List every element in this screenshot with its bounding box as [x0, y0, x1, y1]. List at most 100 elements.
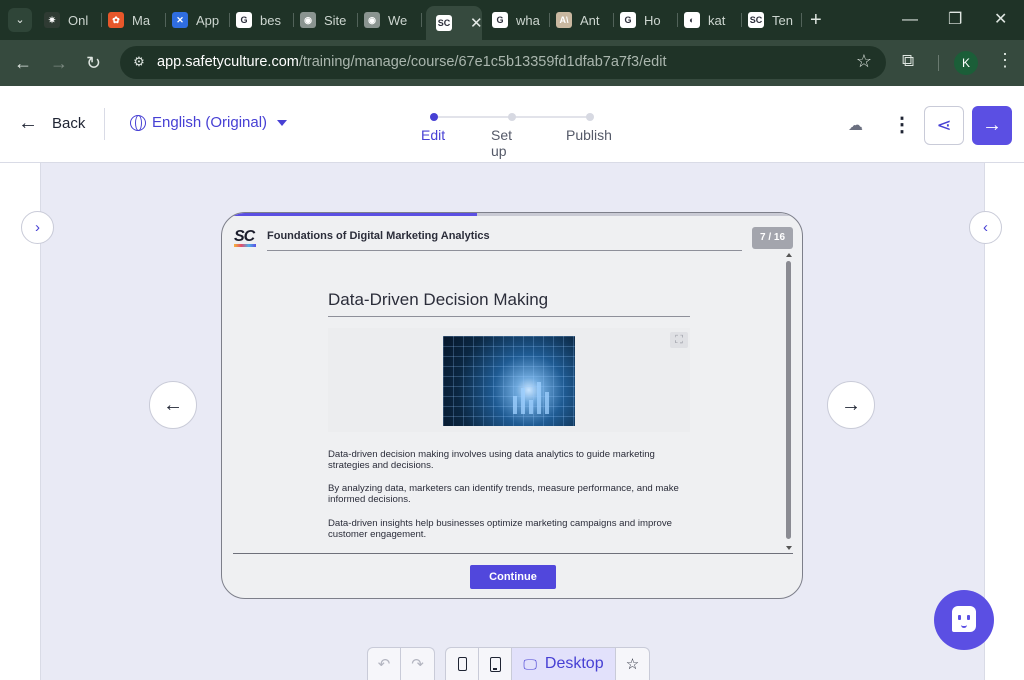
- minimize-window-icon[interactable]: —: [902, 8, 918, 32]
- url-text[interactable]: app.safetyculture.com/training/manage/co…: [157, 54, 666, 70]
- tab-favicon-icon: SC: [748, 12, 764, 28]
- next-step-button[interactable]: →: [972, 106, 1012, 145]
- restore-window-icon[interactable]: ❐: [948, 8, 962, 32]
- bookmark-star-icon[interactable]: ☆: [856, 51, 872, 72]
- extensions-puzzle-icon[interactable]: ⧉: [902, 51, 914, 71]
- browser-menu-icon[interactable]: ⋮: [996, 50, 1014, 71]
- scroll-thumb[interactable]: [786, 261, 791, 539]
- close-tab-icon[interactable]: ✕: [470, 14, 482, 32]
- tab-separator: [101, 13, 102, 27]
- tab-separator: [549, 13, 550, 27]
- course-progress-fill: [222, 213, 477, 216]
- browser-forward-icon[interactable]: →: [50, 51, 68, 75]
- caret-down-icon: [277, 119, 288, 126]
- undo-button[interactable]: ↶: [368, 648, 401, 680]
- more-options-icon[interactable]: ⋮: [892, 112, 912, 137]
- share-button[interactable]: ⋖: [924, 106, 964, 145]
- mobile-view-button[interactable]: [446, 648, 479, 680]
- browser-tab-bar: ⌄ ✷ Onl ✿ Ma ✕ App Gbes ◉ Site ◉ We SC ✕ Gwha A\ Ant G Ho…: [0, 0, 1024, 40]
- browser-tab[interactable]: Gbes: [236, 6, 294, 34]
- tab-favicon-icon: ◉: [364, 12, 380, 28]
- back-label: Back: [52, 114, 86, 132]
- browser-tab[interactable]: ✷ Onl: [44, 6, 102, 34]
- scroll-down-arrow-icon[interactable]: [786, 546, 792, 550]
- previous-slide-button[interactable]: ←: [149, 381, 197, 429]
- footer-divider: [233, 553, 793, 554]
- fullscreen-expand-icon[interactable]: ⛶: [670, 332, 688, 348]
- site-settings-icon[interactable]: ⚙: [130, 53, 148, 71]
- browser-tab[interactable]: A\ Ant: [556, 6, 614, 34]
- browser-tab[interactable]: SC ✕: [426, 6, 482, 40]
- desktop-view-button[interactable]: 🖵 Desktop: [512, 648, 616, 680]
- language-selector[interactable]: English (Original): [130, 114, 288, 131]
- browser-tab-label: Ma: [132, 12, 151, 28]
- arrow-left-icon: ←: [163, 394, 183, 416]
- monitor-icon: 🖵: [523, 655, 537, 672]
- reload-icon[interactable]: ↻: [86, 51, 101, 75]
- slide-preview-frame: SC Foundations of Digital Marketing Anal…: [221, 212, 803, 599]
- safetyculture-logo: SC: [234, 228, 257, 247]
- url-path: /training/manage/course/67e1c5b13359fd1d…: [298, 54, 667, 70]
- image-bar: [521, 388, 525, 414]
- continue-button[interactable]: Continue: [470, 565, 556, 589]
- expand-right-panel-button[interactable]: ‹: [969, 211, 1002, 244]
- image-bar: [529, 400, 533, 414]
- browser-tab-label: We: [388, 12, 408, 28]
- image-bar: [545, 392, 549, 414]
- slide-scrollbar[interactable]: [786, 253, 792, 553]
- favorite-button[interactable]: ☆: [616, 648, 649, 680]
- back-button[interactable]: ← Back: [18, 113, 85, 133]
- tab-favicon-icon: ✷: [44, 12, 60, 28]
- browser-tab[interactable]: ◐ kat: [684, 6, 742, 34]
- tab-separator: [677, 13, 678, 27]
- tab-separator: [801, 13, 802, 27]
- redo-button[interactable]: ↷: [401, 648, 434, 680]
- browser-tab-label: Ho: [644, 12, 661, 28]
- device-preview-group: 🖵 Desktop ☆: [445, 647, 650, 680]
- step-publish[interactable]: Publish: [566, 127, 612, 143]
- new-tab-button[interactable]: +: [810, 8, 822, 32]
- expand-left-panel-button[interactable]: ›: [21, 211, 54, 244]
- tab-favicon-icon: G: [492, 12, 508, 28]
- image-bar: [537, 382, 541, 414]
- browser-tab[interactable]: ◉ We: [364, 6, 422, 34]
- tab-favicon-icon: ◉: [300, 12, 316, 28]
- browser-back-icon[interactable]: ←: [14, 51, 32, 75]
- browser-tab-label: bes: [260, 12, 281, 28]
- browser-tab[interactable]: ◉ Site: [300, 6, 358, 34]
- tab-separator: [229, 13, 230, 27]
- step-edit[interactable]: Edit: [421, 127, 445, 143]
- scroll-up-arrow-icon[interactable]: [786, 253, 792, 257]
- next-slide-button[interactable]: →: [827, 381, 875, 429]
- browser-tab[interactable]: Gwha: [492, 6, 550, 34]
- browser-tab[interactable]: SC Ten: [748, 6, 802, 34]
- chevron-left-icon: ‹: [983, 219, 988, 236]
- desktop-view-label: Desktop: [544, 655, 604, 672]
- browser-tab[interactable]: ✿ Ma: [108, 6, 166, 34]
- share-icon: ⋖: [936, 115, 952, 135]
- browser-tab-label: wha: [516, 12, 540, 28]
- chat-assistant-button[interactable]: [934, 590, 994, 650]
- arrow-right-icon: →: [982, 114, 1002, 136]
- lesson-title: Data-Driven Decision Making: [328, 290, 549, 309]
- browser-tab[interactable]: ✕ App: [172, 6, 230, 34]
- browser-tab[interactable]: G Ho: [620, 6, 678, 34]
- tab-favicon-icon: A\: [556, 12, 572, 28]
- step-dot-setup: [508, 113, 516, 121]
- tab-search-chevron-icon[interactable]: ⌄: [8, 8, 32, 32]
- globe-icon: [130, 114, 146, 131]
- url-omnibox[interactable]: ⚙ app.safetyculture.com/training/manage/…: [120, 46, 886, 79]
- cloud-saved-icon: ☁: [848, 117, 863, 134]
- close-window-icon[interactable]: ✕: [994, 8, 1007, 32]
- tablet-view-button[interactable]: [479, 648, 512, 680]
- history-group: ↶ ↷: [367, 647, 435, 680]
- image-grid-overlay: [443, 336, 575, 426]
- tab-separator: [421, 13, 422, 27]
- phone-icon: [457, 657, 467, 671]
- step-setup[interactable]: Set up: [491, 127, 512, 159]
- tab-favicon-icon: G: [236, 12, 252, 28]
- tab-separator: [357, 13, 358, 27]
- profile-avatar[interactable]: K: [954, 51, 978, 75]
- page-indicator-badge: 7 / 16: [752, 227, 793, 249]
- toolbar-divider: [938, 55, 939, 71]
